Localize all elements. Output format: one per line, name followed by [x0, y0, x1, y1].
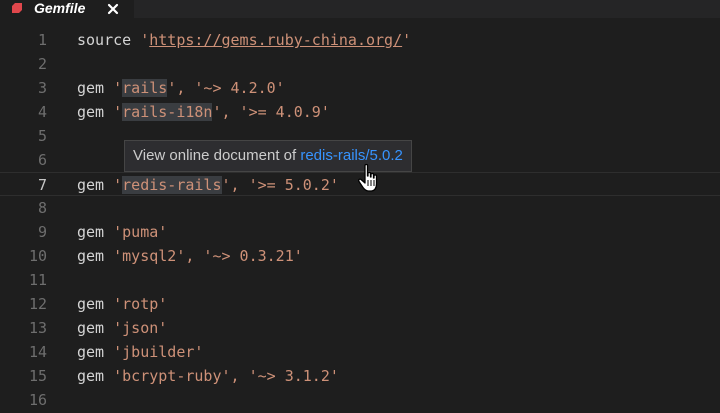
code-token: gem — [77, 223, 114, 241]
line-code: gem 'json' — [77, 316, 167, 340]
code-token: source — [77, 31, 141, 49]
code-token: gem — [77, 319, 114, 337]
tab-bar: Gemfile — [0, 0, 720, 18]
tooltip-prefix: View online document of — [133, 147, 301, 164]
line-code: gem 'redis-rails', '>= 5.0.2' — [77, 173, 339, 197]
line-code: gem 'bcrypt-ruby', '~> 3.1.2' — [77, 364, 339, 388]
line-number: 11 — [28, 271, 47, 289]
code-token: 'rotp' — [113, 295, 168, 313]
hand-pointer-icon — [358, 163, 378, 192]
code-token: 'puma' — [113, 223, 168, 241]
line-number: 7 — [37, 176, 47, 194]
code-token: ' — [140, 31, 150, 49]
code-line[interactable]: 12 gem 'rotp' — [0, 292, 720, 316]
code-token: gem — [77, 79, 114, 97]
code-line[interactable]: 2 — [0, 52, 720, 76]
line-number: 9 — [37, 223, 47, 241]
code-line[interactable]: 9 gem 'puma' — [0, 220, 720, 244]
code-line[interactable]: 4 gem 'rails-i18n', '>= 4.0.9' — [0, 100, 720, 124]
code-token: gem — [77, 247, 114, 265]
code-line[interactable]: 1 source 'https://gems.ruby-china.org/' — [0, 28, 720, 52]
code-token: 'jbuilder' — [113, 343, 204, 361]
code-token: 'json' — [113, 319, 168, 337]
line-number: 15 — [28, 367, 47, 385]
code-token[interactable]: rails-i18n — [122, 103, 213, 121]
ruby-gem-icon — [12, 3, 22, 13]
line-number: 14 — [28, 343, 47, 361]
code-token: gem — [77, 295, 114, 313]
close-icon[interactable] — [105, 0, 121, 18]
code-line[interactable]: 11 — [0, 268, 720, 292]
line-number: 4 — [37, 103, 47, 121]
tooltip-doc-link[interactable]: redis-rails/5.0.2 — [300, 147, 403, 164]
line-code: gem 'puma' — [77, 220, 167, 244]
line-number: 5 — [37, 127, 47, 145]
code-line[interactable]: 13 gem 'json' — [0, 316, 720, 340]
line-number: 16 — [28, 391, 47, 409]
tab-gemfile[interactable]: Gemfile — [0, 0, 134, 18]
code-line[interactable]: 8 — [0, 196, 720, 220]
code-token: ' — [113, 176, 123, 194]
line-code: gem 'rotp' — [77, 292, 167, 316]
line-number: 10 — [28, 247, 47, 265]
code-line[interactable]: 16 — [0, 388, 720, 412]
code-line[interactable]: 3 gem 'rails', '~> 4.2.0' — [0, 76, 720, 100]
line-number: 1 — [37, 31, 47, 49]
code-editor[interactable]: 1 source 'https://gems.ruby-china.org/' 2 3… — [0, 18, 720, 413]
code-token: 'mysql2', '~> 0.3.21' — [113, 247, 303, 265]
code-line[interactable]: 10 gem 'mysql2', '~> 0.3.21' — [0, 244, 720, 268]
code-token[interactable]: redis-rails — [122, 176, 222, 194]
line-code: gem 'rails', '~> 4.2.0' — [77, 76, 285, 100]
tab-label: Gemfile — [34, 0, 86, 16]
code-token: gem — [77, 176, 114, 194]
line-code: source 'https://gems.ruby-china.org/' — [77, 28, 411, 52]
code-token: 'bcrypt-ruby', '~> 3.1.2' — [113, 367, 339, 385]
editor-window: Gemfile 1 source 'https://gems.ruby-china… — [0, 0, 720, 413]
line-code: gem 'mysql2', '~> 0.3.21' — [77, 244, 303, 268]
code-token: gem — [77, 103, 114, 121]
line-number: 12 — [28, 295, 47, 313]
line-number: 8 — [37, 199, 47, 217]
code-token: ' — [113, 79, 123, 97]
line-code: gem 'rails-i18n', '>= 4.0.9' — [77, 100, 330, 124]
code-token: ' — [113, 103, 123, 121]
line-code: gem 'jbuilder' — [77, 340, 203, 364]
code-token: ', '~> 4.2.0' — [167, 79, 285, 97]
line-number: 2 — [37, 55, 47, 73]
code-token: ' — [402, 31, 412, 49]
code-token: gem — [77, 367, 114, 385]
code-token[interactable]: https://gems.ruby-china.org/ — [149, 31, 402, 49]
line-number: 13 — [28, 319, 47, 337]
code-line[interactable]: 14 gem 'jbuilder' — [0, 340, 720, 364]
code-token: ', '>= 4.0.9' — [212, 103, 330, 121]
code-line[interactable]: 15 gem 'bcrypt-ruby', '~> 3.1.2' — [0, 364, 720, 388]
line-number: 6 — [37, 151, 47, 169]
line-number: 3 — [37, 79, 47, 97]
code-token: ', '>= 5.0.2' — [221, 176, 339, 194]
code-token: gem — [77, 343, 114, 361]
code-token[interactable]: rails — [122, 79, 168, 97]
